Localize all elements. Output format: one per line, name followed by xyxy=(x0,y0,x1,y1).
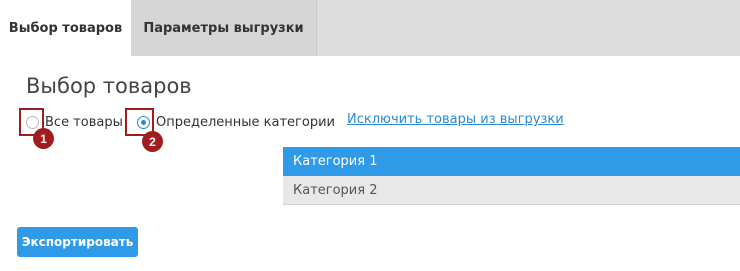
radio-all-products-label: Все товары xyxy=(45,114,123,130)
category-list: Категория 1 Категория 2 xyxy=(283,147,740,205)
tab-bar: Выбор товаров Параметры выгрузки xyxy=(0,0,740,56)
category-item-2[interactable]: Категория 2 xyxy=(283,176,740,205)
tab-product-selection[interactable]: Выбор товаров xyxy=(0,0,131,56)
radio-specific-categories[interactable]: Определенные категории xyxy=(137,112,335,132)
radio-specific-categories-label: Определенные категории xyxy=(156,114,335,130)
callout-badge-1: 1 xyxy=(33,128,54,149)
tab-export-parameters[interactable]: Параметры выгрузки xyxy=(131,0,317,56)
category-item-1[interactable]: Категория 1 xyxy=(283,147,740,176)
section-title: Выбор товаров xyxy=(26,74,192,98)
callout-badge-2: 2 xyxy=(142,131,163,152)
exclude-products-link[interactable]: Исключить товары из выгрузки xyxy=(347,112,564,127)
export-button[interactable]: Экспортировать xyxy=(17,227,138,257)
